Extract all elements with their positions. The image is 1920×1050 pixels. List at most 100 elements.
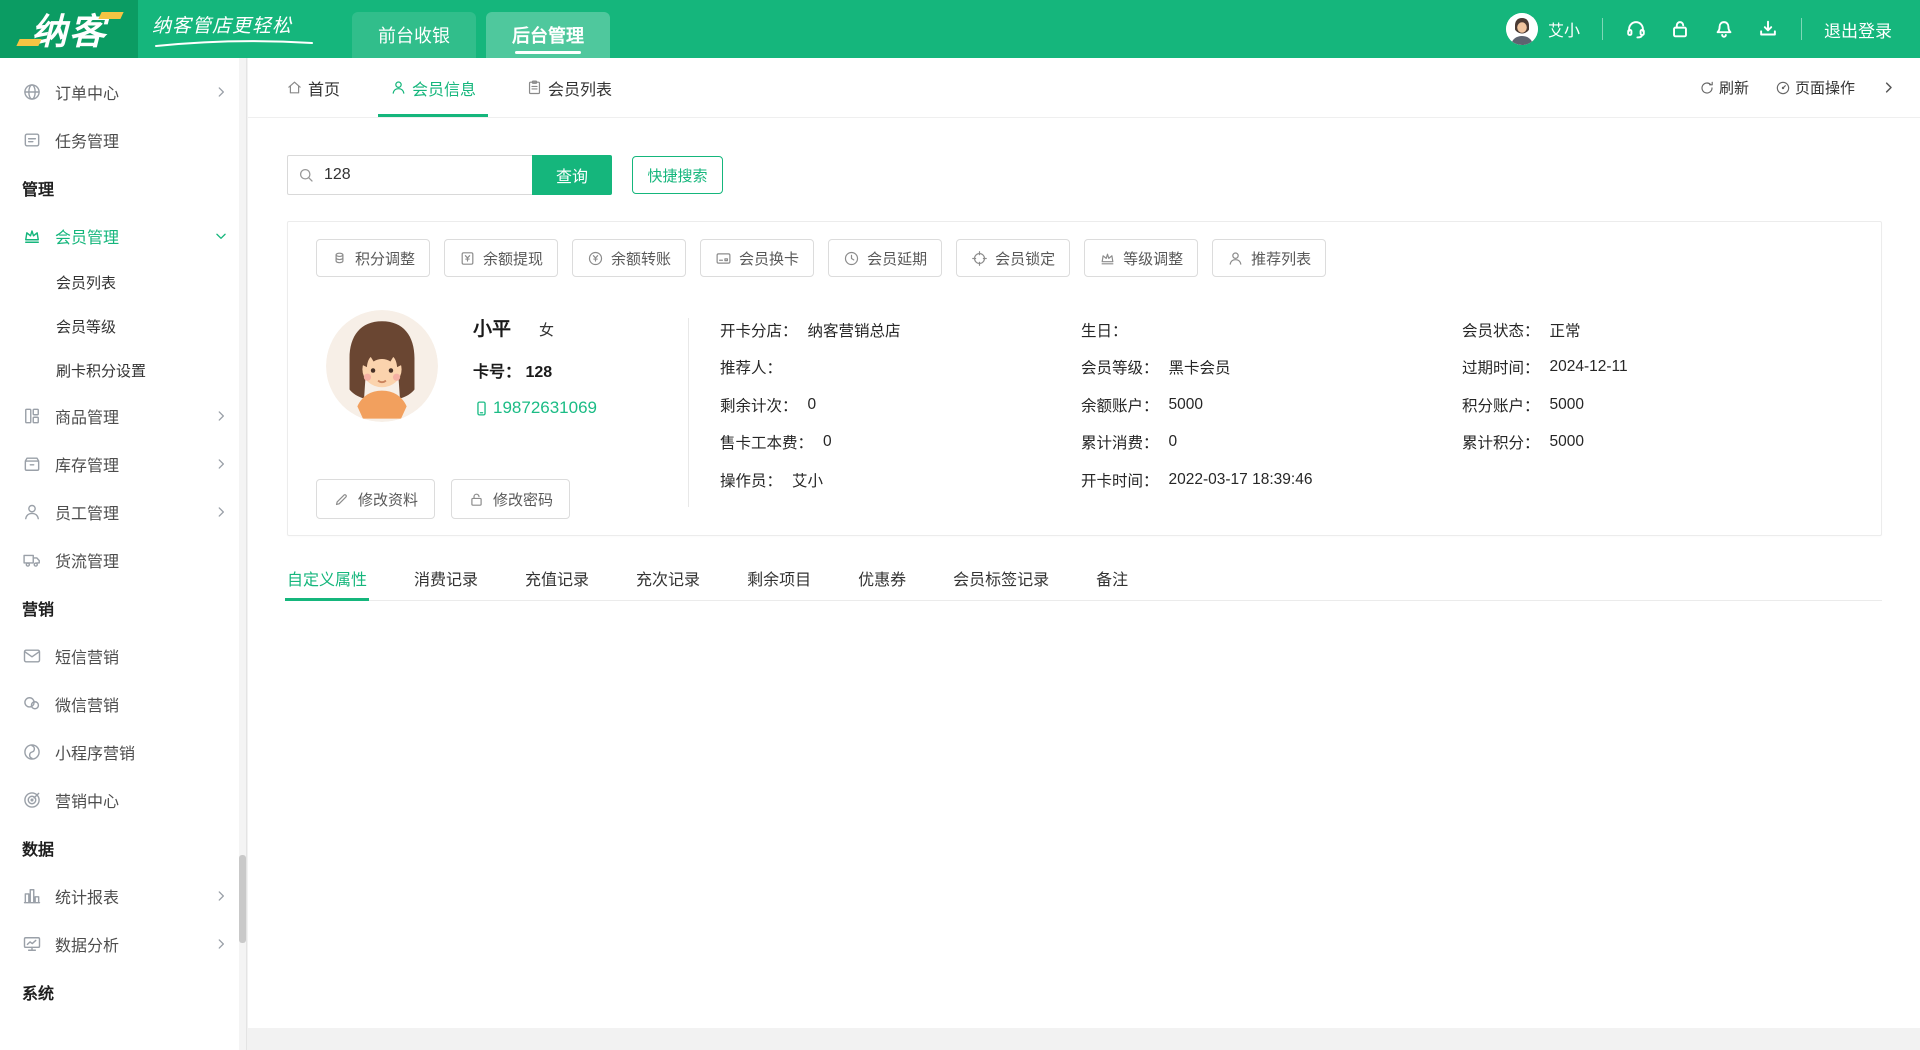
field-label: 开卡分店：	[720, 319, 798, 341]
member-detail-columns: 开卡分店：纳客营销总店 推荐人： 剩余计次：0 售卡工本费：0 操作员：艾小 生…	[689, 310, 1853, 519]
sidebar-item-reports[interactable]: 统计报表	[0, 872, 246, 920]
edit-profile-button[interactable]: 修改资料	[316, 479, 435, 519]
sidebar-item-sms-marketing[interactable]: 短信营销	[0, 632, 246, 680]
search-input-wrap	[287, 155, 532, 195]
app-logo: 纳客	[0, 0, 138, 58]
sidebar-scrollbar-thumb[interactable]	[239, 855, 246, 943]
sidebar-item-label: 统计报表	[55, 884, 119, 908]
breadcrumb-member-list[interactable]: 会员列表	[526, 58, 612, 117]
slogan-underline	[152, 38, 317, 48]
sidebar-item-miniprogram-marketing[interactable]: 小程序营销	[0, 728, 246, 776]
name-line: 小平 女	[473, 314, 597, 341]
tab-remarks[interactable]: 备注	[1096, 556, 1128, 600]
breadcrumb-home[interactable]: 首页	[286, 58, 340, 117]
search-row: 查询 快捷搜索	[287, 155, 1882, 195]
tab-recharge-records[interactable]: 充值记录	[525, 556, 589, 600]
pen-icon	[333, 491, 350, 508]
sidebar-item-inventory-manage[interactable]: 库存管理	[0, 440, 246, 488]
field-value: 纳客营销总店	[808, 319, 901, 341]
points-adjust-button[interactable]: 积分调整	[316, 239, 430, 277]
member-lock-button[interactable]: 会员锁定	[956, 239, 1070, 277]
mail-icon	[22, 646, 42, 666]
breadcrumb-member-info[interactable]: 会员信息	[390, 58, 476, 117]
edit-password-button[interactable]: 修改密码	[451, 479, 570, 519]
field-label: 开卡时间：	[1081, 469, 1159, 491]
balance-transfer-button[interactable]: 余额转账	[572, 239, 686, 277]
nav-tab-back-label: 后台管理	[512, 22, 584, 48]
search-icon	[297, 166, 315, 184]
breadcrumb-label: 首页	[308, 76, 340, 100]
top-header: 纳客 纳客管店更轻松 前台收银 后台管理 艾小 退出登录	[0, 0, 1920, 58]
refresh-button[interactable]: 刷新	[1699, 77, 1749, 98]
chevron-right-icon[interactable]	[1881, 80, 1896, 95]
nav-tab-front-label: 前台收银	[378, 22, 450, 48]
tab-member-tag-records[interactable]: 会员标签记录	[953, 556, 1049, 600]
slogan-text: 纳客管店更轻松	[152, 11, 322, 38]
sidebar-subitem-member-list[interactable]: 会员列表	[0, 260, 246, 304]
customer-service-icon[interactable]	[1625, 18, 1647, 40]
sidebar-item-label: 任务管理	[55, 128, 119, 152]
member-extend-button[interactable]: 会员延期	[828, 239, 942, 277]
person-icon	[22, 502, 42, 522]
sidebar-item-member-manage[interactable]: 会员管理	[0, 212, 246, 260]
sidebar-item-order-center[interactable]: 订单中心	[0, 68, 246, 116]
member-profile: 小平 女 卡号： 128 19872631069	[316, 310, 1853, 519]
card-icon	[715, 250, 732, 267]
field-label: 售卡工本费：	[720, 431, 813, 453]
button-label: 等级调整	[1123, 248, 1183, 269]
sidebar-item-wechat-marketing[interactable]: 微信营销	[0, 680, 246, 728]
notification-bell-icon[interactable]	[1713, 18, 1735, 40]
active-tab-underline	[515, 51, 581, 54]
target-icon	[22, 790, 42, 810]
sidebar-item-label: 小程序营销	[55, 740, 135, 764]
sidebar-item-logistics-manage[interactable]: 货流管理	[0, 536, 246, 584]
nav-tab-backoffice[interactable]: 后台管理	[486, 12, 610, 58]
query-button[interactable]: 查询	[532, 155, 612, 195]
page-controls: 刷新 页面操作	[1699, 77, 1896, 98]
level-adjust-button[interactable]: 等级调整	[1084, 239, 1198, 277]
search-input[interactable]	[287, 155, 532, 195]
person-icon	[1227, 250, 1244, 267]
detail-row: 会员等级：黑卡会员	[1081, 349, 1462, 387]
field-label: 过期时间：	[1462, 356, 1540, 378]
tab-remaining-items[interactable]: 剩余项目	[747, 556, 811, 600]
tab-count-recharge-records[interactable]: 充次记录	[636, 556, 700, 600]
detail-row: 推荐人：	[720, 349, 1081, 387]
sidebar-scrollbar-track[interactable]	[239, 58, 246, 1050]
lock-screen-icon[interactable]	[1669, 18, 1691, 40]
active-tab-underline	[285, 598, 369, 601]
breadcrumb-label: 会员列表	[548, 76, 612, 100]
tab-coupons[interactable]: 优惠券	[858, 556, 906, 600]
sidebar-subitem-member-level[interactable]: 会员等级	[0, 304, 246, 348]
phone-line[interactable]: 19872631069	[473, 398, 597, 418]
user-avatar[interactable]	[1506, 13, 1538, 45]
change-card-button[interactable]: 会员换卡	[700, 239, 814, 277]
sidebar-item-data-analysis[interactable]: 数据分析	[0, 920, 246, 968]
header-user-area: 艾小 退出登录	[1506, 0, 1920, 58]
referral-list-button[interactable]: 推荐列表	[1212, 239, 1326, 277]
tab-consumption-records[interactable]: 消费记录	[414, 556, 478, 600]
sidebar-item-marketing-center[interactable]: 营销中心	[0, 776, 246, 824]
download-icon[interactable]	[1757, 18, 1779, 40]
tab-label: 充次记录	[636, 566, 700, 590]
detail-row: 售卡工本费：0	[720, 424, 1081, 462]
page-operations-button[interactable]: 页面操作	[1775, 77, 1855, 98]
button-label: 推荐列表	[1251, 248, 1311, 269]
sidebar-item-goods-manage[interactable]: 商品管理	[0, 392, 246, 440]
tab-label: 充值记录	[525, 566, 589, 590]
nav-tab-front-cashier[interactable]: 前台收银	[352, 12, 476, 58]
sidebar-item-task-manage[interactable]: 任务管理	[0, 116, 246, 164]
sidebar-item-staff-manage[interactable]: 员工管理	[0, 488, 246, 536]
sidebar-item-label: 数据分析	[55, 932, 119, 956]
balance-withdraw-button[interactable]: 余额提现	[444, 239, 558, 277]
field-label: 生日：	[1081, 319, 1128, 341]
quick-search-button[interactable]: 快捷搜索	[632, 156, 723, 194]
detail-column-3: 会员状态：正常 过期时间：2024-12-11 积分账户：5000 累计积分：5…	[1462, 311, 1853, 519]
sidebar-subitem-card-points[interactable]: 刷卡积分设置	[0, 348, 246, 392]
tab-custom-attributes[interactable]: 自定义属性	[287, 556, 367, 600]
detail-column-2: 生日： 会员等级：黑卡会员 余额账户：5000 累计消费：0 开卡时间：2022…	[1081, 311, 1462, 519]
chevron-right-icon	[214, 889, 228, 903]
tab-label: 会员标签记录	[953, 566, 1049, 590]
card-line: 卡号： 128	[473, 358, 597, 382]
logout-button[interactable]: 退出登录	[1824, 17, 1892, 42]
